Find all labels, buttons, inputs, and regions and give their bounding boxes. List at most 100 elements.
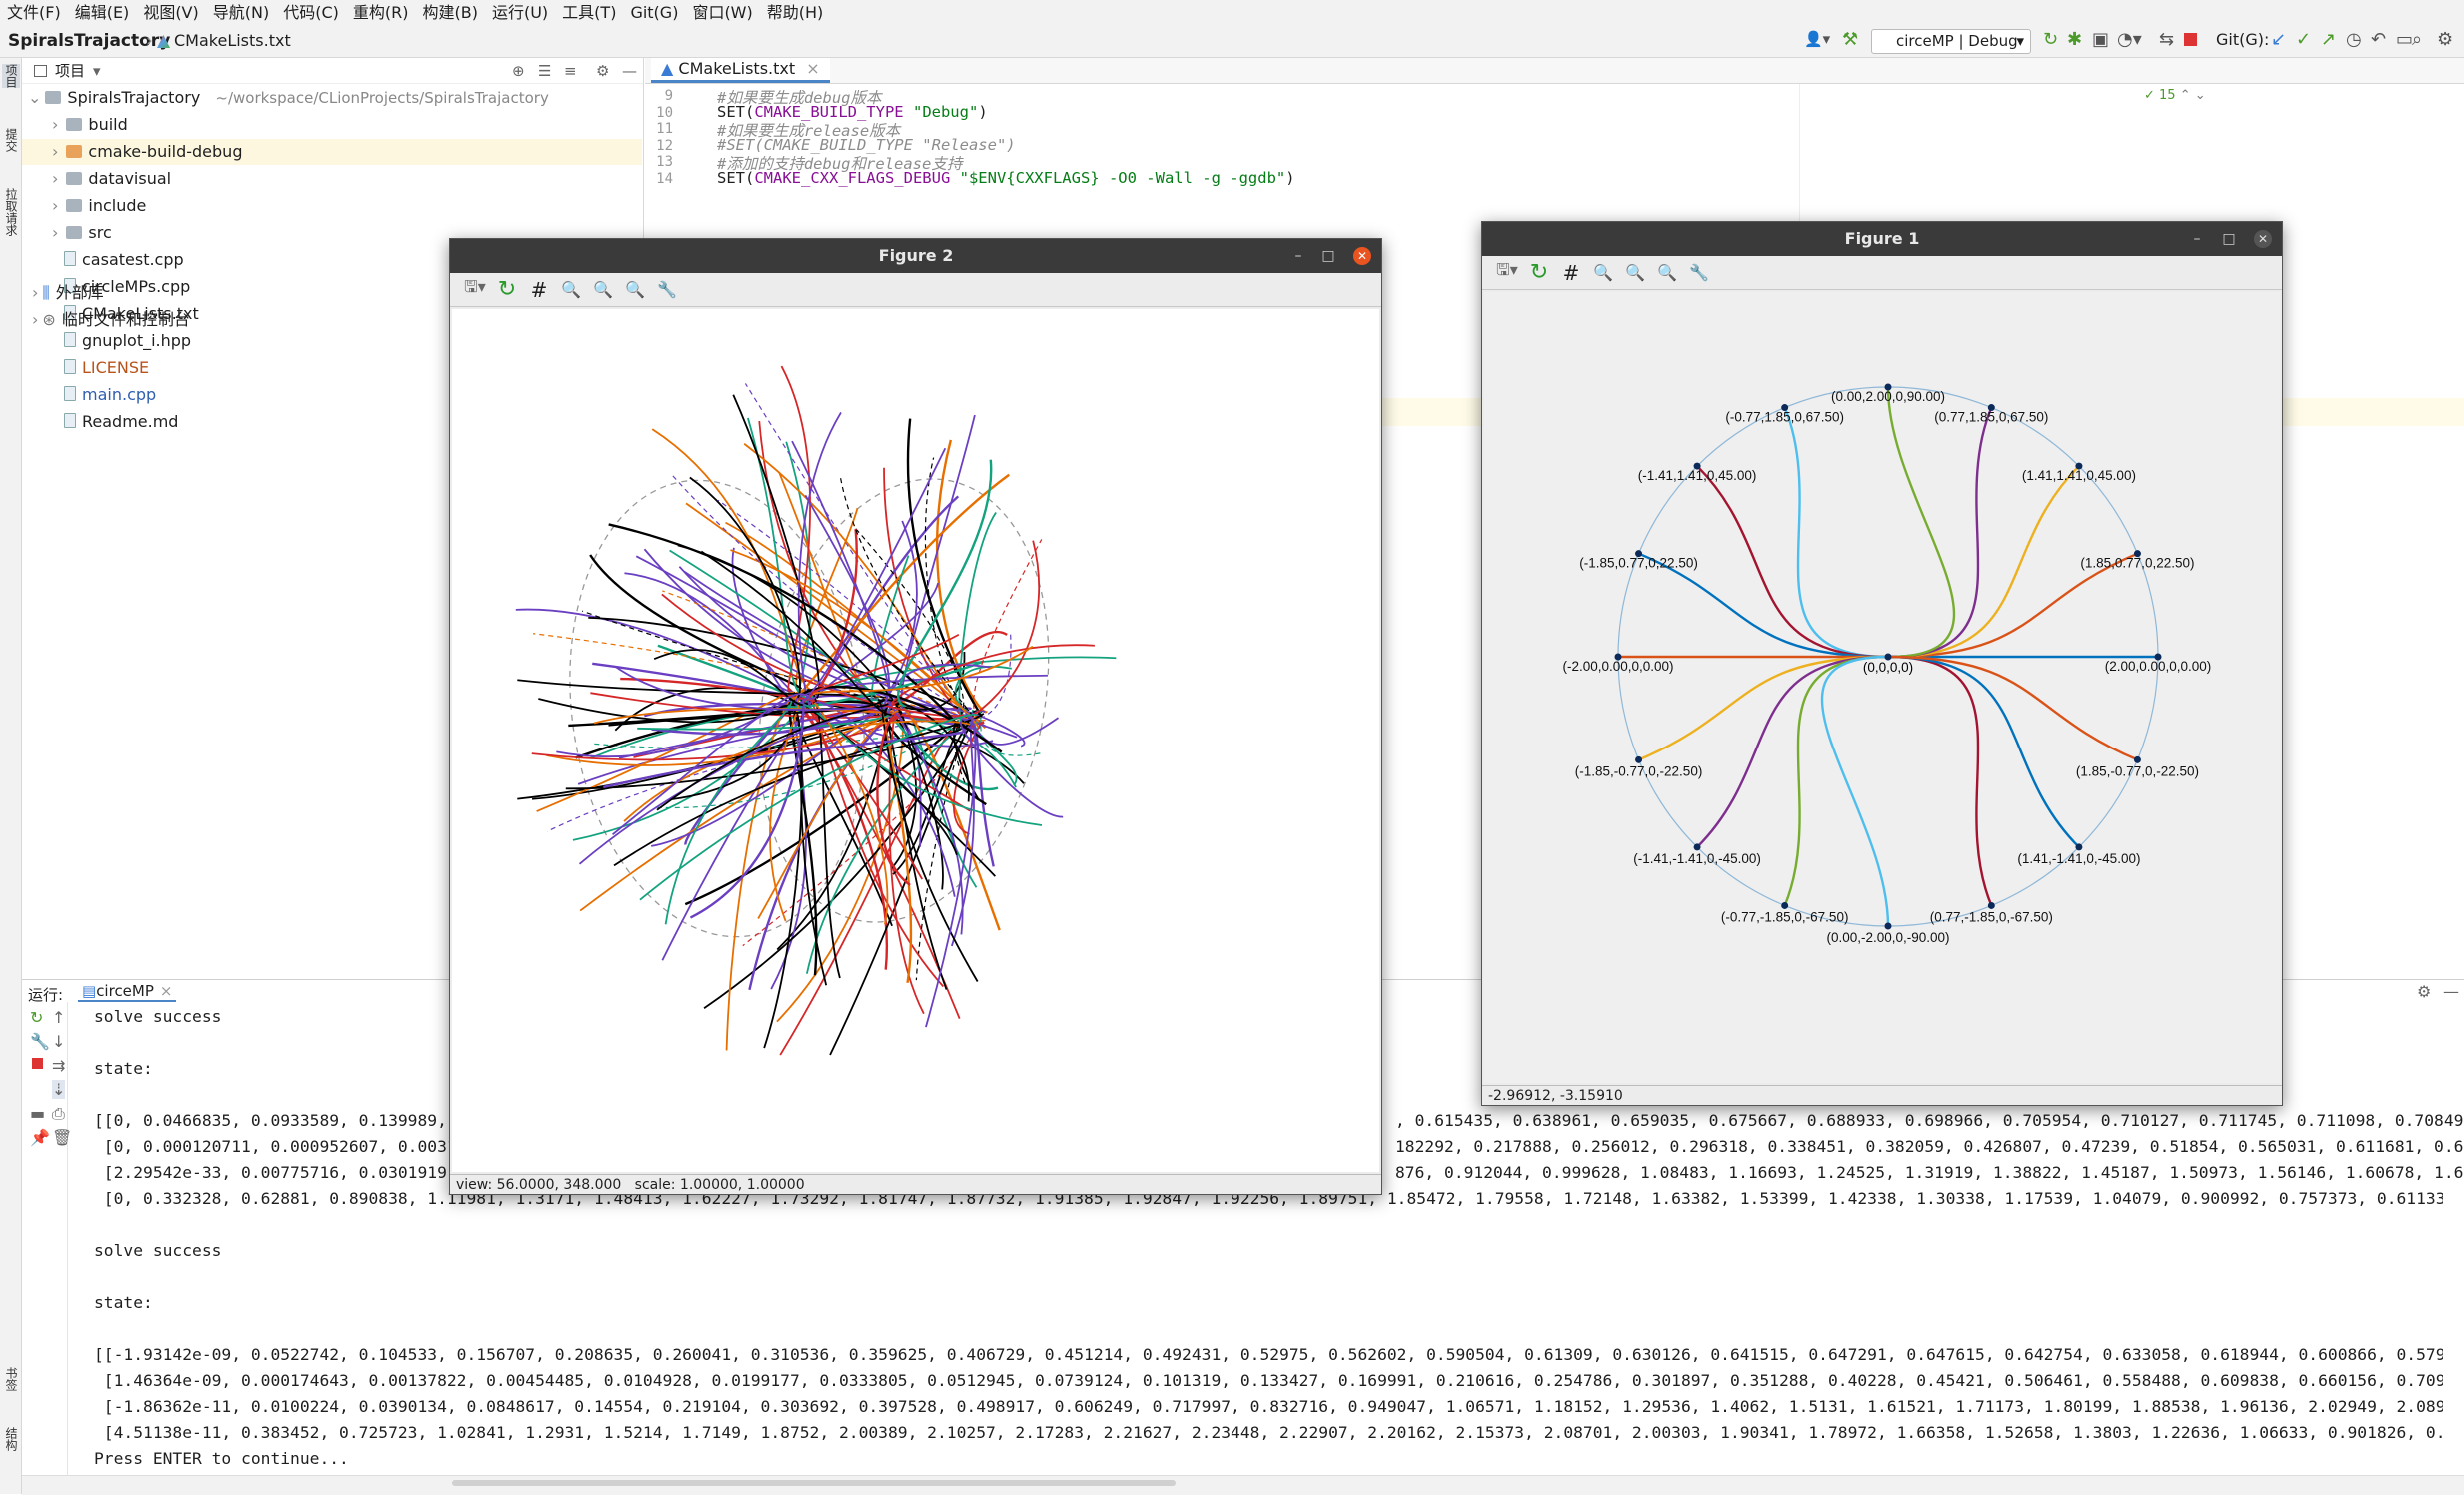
export-icon[interactable]: 🖫▾ [1496,260,1518,284]
tree-item[interactable]: Readme.md [64,409,178,435]
code-line: SET(CMAKE_CXX_FLAGS_DEBUG "$ENV{CXXFLAGS… [717,168,1295,187]
tree-item[interactable]: main.cpp [64,382,156,408]
tree-root[interactable]: ⌄ SpiralsTrajactory ~/workspace/CLionProj… [28,85,549,111]
config-wrench-icon[interactable]: 🔧 [1688,262,1710,284]
menu-item[interactable]: 重构(R) [346,0,416,26]
figure2-plot[interactable] [452,309,1379,1172]
soft-wrap-icon[interactable]: ⇉ [52,1056,65,1075]
zoom-back-icon[interactable]: 🔍 [1592,262,1614,284]
maximize-icon[interactable]: □ [2220,230,2238,248]
grid-icon[interactable]: # [1560,261,1582,285]
breadcrumb-file[interactable]: CMakeLists.txt [174,31,291,50]
tree-item[interactable]: › cmake-build-debug [22,139,642,165]
tree-item[interactable]: › include [52,193,146,219]
autoscale-icon[interactable]: 🔍 [624,279,646,301]
autoscale-icon[interactable]: 🔍 [1656,262,1678,284]
export-icon[interactable]: 🖫▾ [464,277,486,301]
grid-icon[interactable]: # [528,278,550,302]
config-wrench-icon[interactable]: 🔧 [656,279,678,301]
tree-item-label: Readme.md [82,412,179,431]
print-icon[interactable]: ⎙ [52,1104,65,1124]
close-icon[interactable]: × [806,59,819,78]
editor-tab-cmakelists[interactable]: ▲ CMakeLists.txt × [651,58,830,83]
stop-icon[interactable] [32,1058,43,1069]
menu-item[interactable]: 视图(V) [136,0,205,26]
tab-project[interactable]: 项目 [2,64,20,88]
close-icon[interactable]: ✕ [1353,247,1371,265]
tree-item[interactable]: LICENSE [64,355,149,381]
tree-scratches[interactable]: › ⊛ 临时文件和控制台 [32,307,190,333]
tree-item[interactable]: › datavisual [52,166,171,192]
layout-icon[interactable]: ▬ [30,1104,45,1123]
menu-item[interactable]: Git(G) [623,0,685,26]
minimize-icon[interactable]: – [2188,230,2206,248]
rerun-icon[interactable]: ↻ [2043,29,2058,50]
console-line: [4.51138e-11, 0.383452, 0.725723, 1.0284… [94,1423,2443,1442]
close-icon[interactable]: ✕ [2254,230,2272,248]
figure1-titlebar[interactable]: Figure 1 – □ ✕ [1482,222,2282,256]
tree-item[interactable]: casatest.cpp [64,247,184,273]
git-update-icon[interactable]: ↙ [2271,29,2286,50]
menu-item[interactable]: 构建(B) [416,0,485,26]
menu-item[interactable]: 工具(T) [555,0,623,26]
replot-icon[interactable]: ↻ [496,277,518,302]
menu-item[interactable]: 文件(F) [0,0,68,26]
zoom-back-icon[interactable]: 🔍 [560,279,582,301]
gear-icon[interactable]: ⚙ [596,62,609,80]
attach-icon[interactable]: ⇆ [2159,29,2174,50]
menu-item[interactable]: 窗口(W) [685,0,759,26]
tree-ext-libs[interactable]: › ⫼ 外部库 [32,280,104,306]
expand-all-icon[interactable]: ☰ [538,62,551,80]
rerun-icon[interactable]: ↻ [30,1008,43,1027]
trash-icon[interactable]: 🗑 [52,1128,72,1147]
run-config-select[interactable]: circeMP | Debug ▾ [1871,29,2031,54]
git-branches-icon[interactable]: ▭ [2396,29,2413,50]
user-icon[interactable]: 👤▾ [1804,30,1830,48]
debug-icon[interactable]: ✱ [2067,29,2082,50]
replot-icon[interactable]: ↻ [1528,260,1550,285]
tab-structure[interactable]: 结构 [2,1427,20,1451]
up-icon[interactable]: ↑ [52,1008,65,1027]
settings-icon[interactable]: ⚙ [2437,29,2453,50]
stop-icon[interactable] [2184,33,2197,46]
hide-icon[interactable]: — [2443,982,2459,1001]
wrench-icon[interactable]: 🔧 [30,1032,50,1051]
zoom-forward-icon[interactable]: 🔍 [592,279,614,301]
coverage-icon[interactable]: ▣ [2092,29,2109,50]
gear-icon[interactable]: ⚙ [2417,982,2431,1001]
git-commit-icon[interactable]: ✓ [2296,29,2311,50]
horizontal-scrollbar[interactable] [452,1480,1176,1486]
build-hammer-icon[interactable]: ⚒ [1842,29,1858,50]
menu-item[interactable]: 编辑(E) [68,0,137,26]
inspection-widget[interactable]: ✓ 15 ⌃ ⌄ [2144,88,2206,103]
profile-icon[interactable]: ◔▾ [2117,29,2142,50]
pin-icon[interactable]: 📌 [30,1128,50,1147]
figure1-plot[interactable]: (2.00,0.00,0,0.00) (1.85,0.77,0,22.50) (1.… [1484,292,2280,1083]
tree-item[interactable]: › src [52,220,112,246]
history-icon[interactable]: ◷ [2346,29,2362,50]
tab-commit[interactable]: 提交 [2,128,20,152]
project-panel-title[interactable]: 项目 [55,60,85,81]
minimize-icon[interactable]: – [1289,247,1307,265]
rollback-icon[interactable]: ↶ [2371,29,2386,50]
chevron-down-icon[interactable]: ▾ [93,62,101,80]
down-icon[interactable]: ↓ [52,1032,65,1051]
tree-item[interactable]: › build [52,112,128,138]
zoom-forward-icon[interactable]: 🔍 [1624,262,1646,284]
close-icon[interactable]: × [160,982,173,1000]
maximize-icon[interactable]: □ [1319,247,1337,265]
tab-bookmarks[interactable]: 书签 [2,1367,20,1391]
menu-item[interactable]: 帮助(H) [760,0,831,26]
search-icon[interactable]: ⌕ [2412,29,2422,50]
menu-item[interactable]: 运行(U) [485,0,555,26]
tab-pull-requests[interactable]: 拉取请求 [2,188,20,236]
run-tab-circemp[interactable]: ▤circeMP × [78,982,177,1002]
figure2-titlebar[interactable]: Figure 2 – □ ✕ [450,239,1381,273]
locate-icon[interactable]: ⊕ [512,62,525,80]
scroll-end-icon[interactable]: ⇣ [52,1080,66,1099]
collapse-all-icon[interactable]: ≡ [564,62,577,80]
menu-item[interactable]: 代码(C) [276,0,346,26]
menu-item[interactable]: 导航(N) [206,0,276,26]
hide-icon[interactable]: — [622,62,637,80]
git-push-icon[interactable]: ↗ [2321,29,2336,50]
